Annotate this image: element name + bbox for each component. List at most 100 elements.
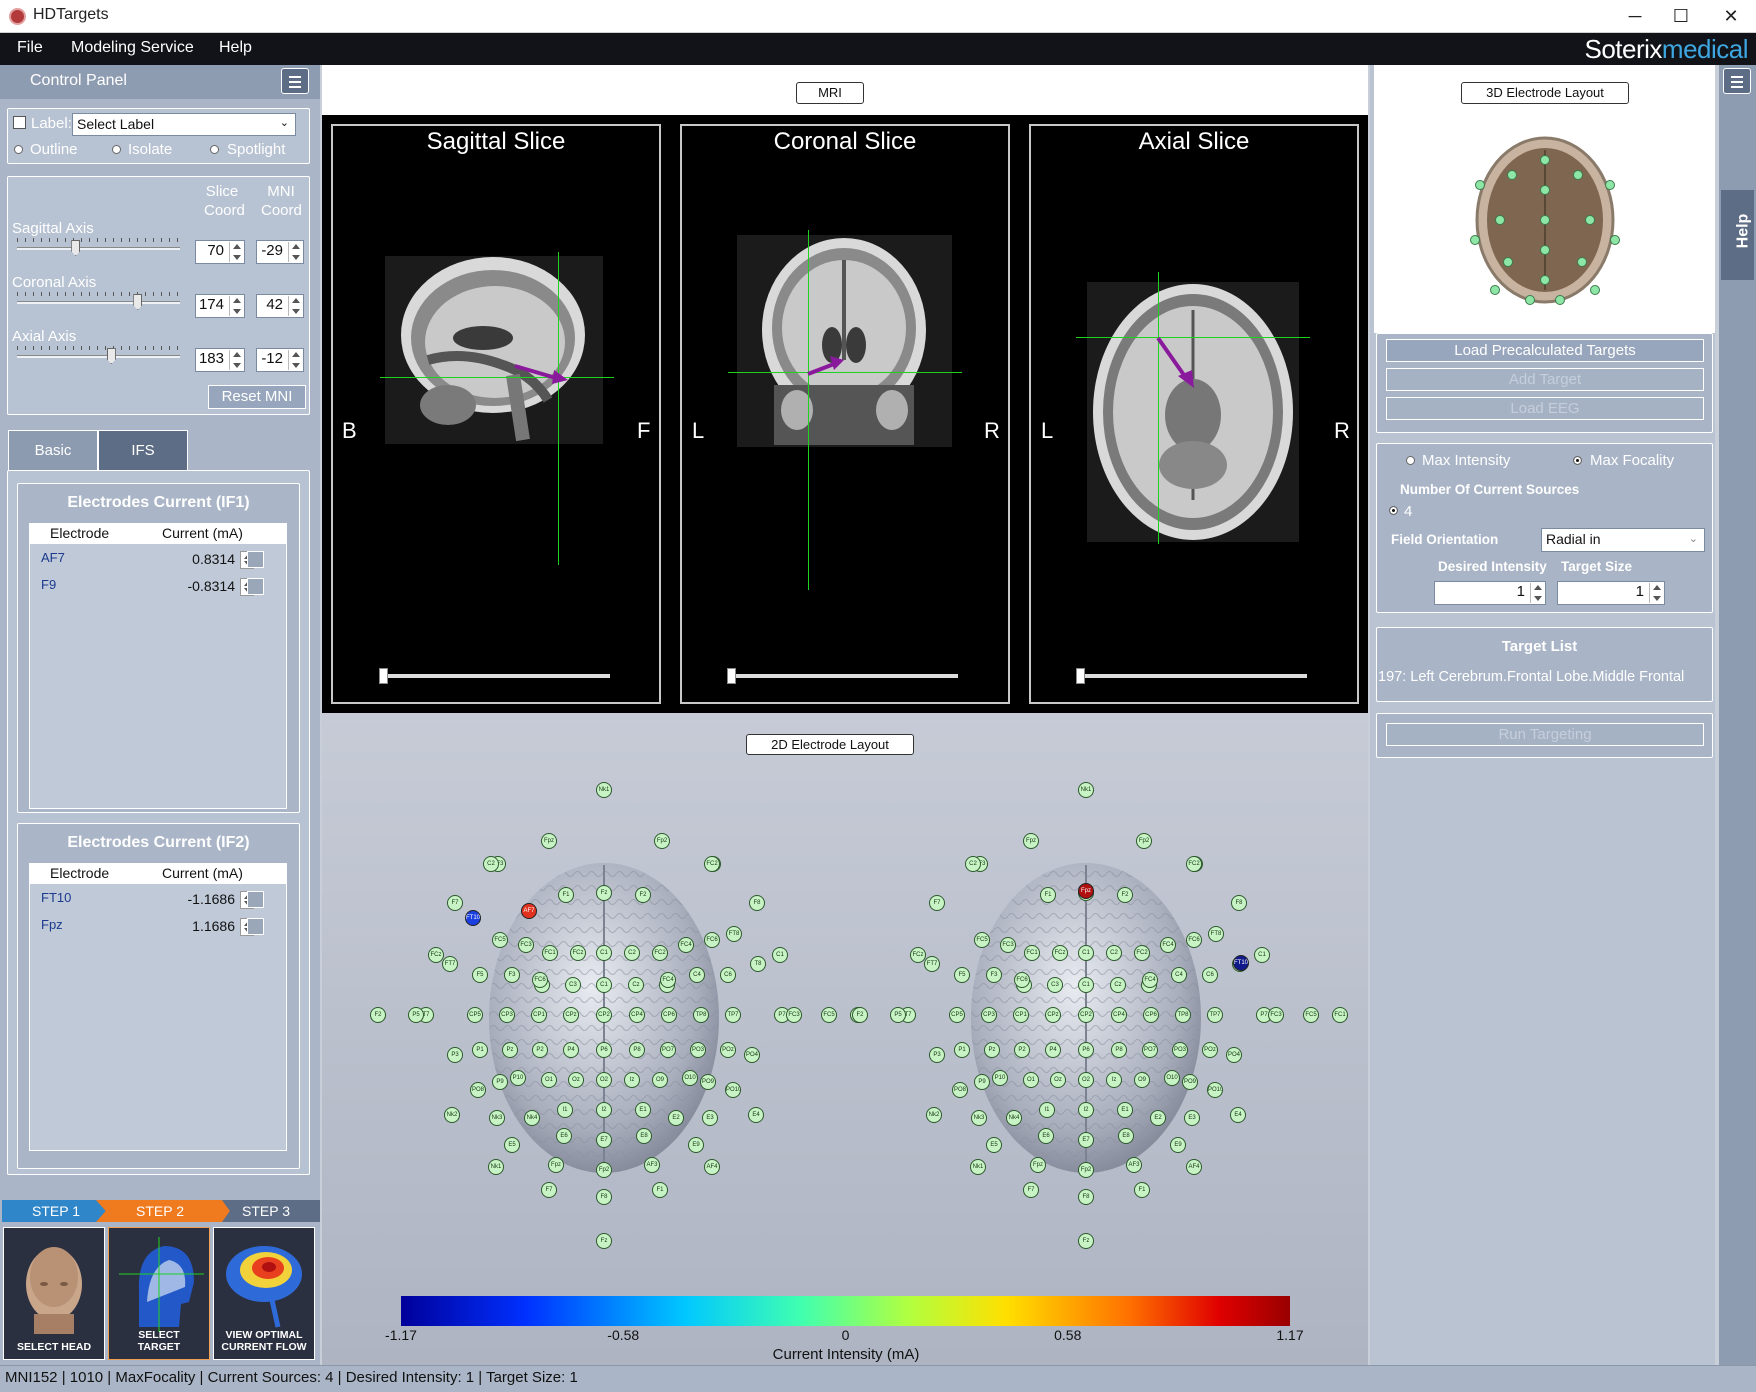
electrode[interactable]: FC2 <box>652 945 668 961</box>
electrode-3d[interactable] <box>1605 180 1615 190</box>
electrode[interactable]: C1 <box>1254 947 1270 963</box>
electrode[interactable]: C4 <box>689 967 705 983</box>
electrode[interactable]: C1 <box>596 977 612 993</box>
electrode[interactable]: Cz <box>1110 977 1126 993</box>
electrode[interactable]: FC3 <box>518 937 534 953</box>
electrode[interactable]: P4 <box>1045 1042 1061 1058</box>
electrode[interactable]: PO10 <box>1207 1082 1223 1098</box>
electrode[interactable]: CPz <box>563 1007 579 1023</box>
electrode[interactable]: CP3 <box>981 1007 997 1023</box>
electrode[interactable]: Pz <box>502 1042 518 1058</box>
mni-coord-input[interactable]: -12 <box>256 348 304 372</box>
electrode[interactable]: P6 <box>596 1042 612 1058</box>
remove-electrode-icon[interactable] <box>247 578 264 595</box>
electrode[interactable]: I2 <box>596 1102 612 1118</box>
electrode[interactable]: C3 <box>565 977 581 993</box>
electrode[interactable]: FT7 <box>924 956 940 972</box>
electrode[interactable]: E9 <box>1170 1137 1186 1153</box>
electrode[interactable]: Fz <box>596 885 612 901</box>
electrode[interactable]: C1 <box>596 945 612 961</box>
table-row[interactable]: Fpz 1.1686 <box>29 915 287 939</box>
electrode[interactable]: CPz <box>1045 1007 1061 1023</box>
layout-3d-button[interactable]: 3D Electrode Layout <box>1461 82 1629 104</box>
right-panel-menu-icon[interactable] <box>1723 68 1751 94</box>
electrode[interactable]: T8 <box>750 956 766 972</box>
electrode[interactable]: Nk2 <box>444 1107 460 1123</box>
electrode[interactable]: Fp2 <box>596 1162 612 1178</box>
electrode[interactable]: F1 <box>1134 1182 1150 1198</box>
electrode[interactable]: C2 <box>965 856 981 872</box>
electrode[interactable]: O1 <box>541 1072 557 1088</box>
radio-spotlight[interactable] <box>210 145 219 154</box>
active-electrode[interactable]: FT10 <box>1233 955 1249 971</box>
electrode[interactable]: E8 <box>636 1128 652 1144</box>
electrode-3d[interactable] <box>1507 170 1517 180</box>
electrode-3d[interactable] <box>1495 215 1505 225</box>
electrode[interactable]: CP1 <box>531 1007 547 1023</box>
electrode[interactable]: O10 <box>682 1070 698 1086</box>
electrode[interactable]: P5 <box>408 1007 424 1023</box>
electrode[interactable]: F8 <box>749 895 765 911</box>
electrode[interactable]: I1 <box>557 1102 573 1118</box>
electrode[interactable]: F1 <box>652 1182 668 1198</box>
electrode[interactable]: Fpz <box>548 1157 564 1173</box>
axial-slider-track[interactable] <box>1077 674 1307 678</box>
electrode[interactable]: FT8 <box>726 926 742 942</box>
electrode[interactable]: O2 <box>1078 1072 1094 1088</box>
electrode[interactable]: PO9 <box>1182 1074 1198 1090</box>
electrode[interactable]: FC6 <box>532 972 548 988</box>
table-row[interactable]: F9 -0.8314 <box>29 575 287 599</box>
radio-max-focality[interactable] <box>1573 456 1582 465</box>
electrode[interactable]: P10 <box>992 1070 1008 1086</box>
electrode[interactable]: C6 <box>720 967 736 983</box>
active-electrode[interactable]: Fpz <box>1078 883 1094 899</box>
remove-electrode-icon[interactable] <box>247 551 264 568</box>
electrode[interactable]: E6 <box>1038 1128 1054 1144</box>
axis-slider-track[interactable] <box>17 355 180 358</box>
step-3[interactable]: STEP 3 <box>222 1200 320 1222</box>
add-target-button[interactable]: Add Target <box>1386 368 1704 391</box>
active-electrode[interactable]: AF7 <box>521 903 537 919</box>
electrode[interactable]: PO7 <box>1142 1042 1158 1058</box>
electrode[interactable]: F3 <box>986 967 1002 983</box>
label-select[interactable]: Select Label ⌄ <box>72 113 296 136</box>
sagittal-slider-track[interactable] <box>380 674 610 678</box>
electrode[interactable]: E2 <box>668 1110 684 1126</box>
minimize-button[interactable]: ─ <box>1612 0 1658 33</box>
electrode[interactable]: P4 <box>563 1042 579 1058</box>
reset-mni-button[interactable]: Reset MNI <box>208 385 306 409</box>
step-2[interactable]: STEP 2 <box>96 1200 234 1222</box>
electrode[interactable]: F8 <box>1231 895 1247 911</box>
slice-coord-stepper[interactable] <box>229 242 243 262</box>
electrode[interactable]: AF3 <box>644 1157 660 1173</box>
current-value-input[interactable]: -0.8314 <box>157 577 255 597</box>
electrode[interactable]: TP7 <box>1207 1007 1223 1023</box>
electrode[interactable]: E1 <box>635 1102 651 1118</box>
electrode[interactable]: Nk4 <box>524 1110 540 1126</box>
electrode[interactable]: P3 <box>929 1047 945 1063</box>
electrode-3d[interactable] <box>1540 215 1550 225</box>
electrode[interactable]: Pz <box>984 1042 1000 1058</box>
electrode[interactable]: Oz <box>568 1072 584 1088</box>
electrode[interactable]: Fz <box>1078 1233 1094 1249</box>
electrode[interactable]: E9 <box>688 1137 704 1153</box>
electrode[interactable]: C2 <box>483 856 499 872</box>
axis-slider-track[interactable] <box>17 301 180 304</box>
electrode[interactable]: Fp2 <box>654 833 670 849</box>
electrode[interactable]: FC5 <box>1303 1007 1319 1023</box>
electrode[interactable]: FC5 <box>821 1007 837 1023</box>
electrode[interactable]: I1 <box>1039 1102 1055 1118</box>
electrode[interactable]: CP3 <box>499 1007 515 1023</box>
slice-coord-input[interactable]: 70 <box>195 240 245 264</box>
electrode[interactable]: TP8 <box>1175 1007 1191 1023</box>
electrode-3d[interactable] <box>1540 155 1550 165</box>
electrode[interactable]: F5 <box>954 967 970 983</box>
electrode[interactable]: F8 <box>596 1189 612 1205</box>
electrode[interactable]: FCz <box>910 947 926 963</box>
electrode[interactable]: E4 <box>1230 1107 1246 1123</box>
electrode[interactable]: PO8 <box>470 1082 486 1098</box>
electrode[interactable]: E1 <box>1117 1102 1133 1118</box>
mni-coord-stepper[interactable] <box>288 296 302 316</box>
slice-coord-input[interactable]: 183 <box>195 348 245 372</box>
electrode[interactable]: FCz <box>570 945 586 961</box>
